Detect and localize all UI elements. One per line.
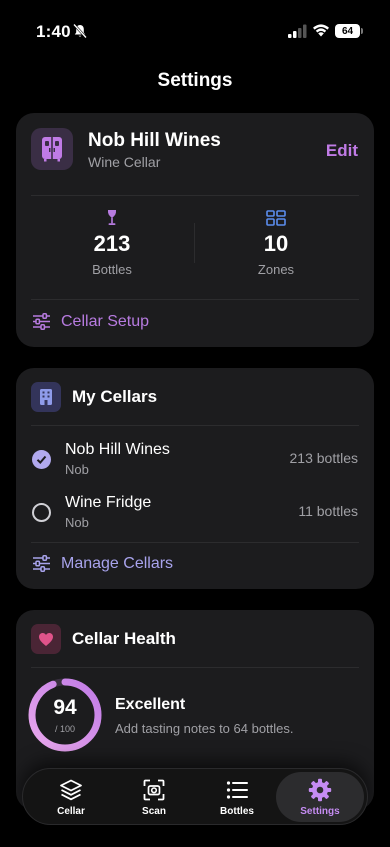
tab-label: Bottles [220,805,254,817]
zones-stat: 10 Zones [206,209,346,277]
manage-cellars-label: Manage Cellars [61,554,174,572]
zones-grid-icon [266,210,286,226]
battery-icon: 64 [335,24,363,38]
battery-level: 64 [335,24,360,38]
list-icon [226,780,248,799]
cellar-row-location: Nob [65,462,89,477]
bottles-label: Bottles [92,262,132,277]
my-cellars-header: My Cellars [31,382,157,412]
edit-button[interactable]: Edit [326,141,358,161]
cellar-row-name: Wine Fridge [65,494,152,511]
cellar-row-location: Nob [65,515,89,530]
unselected-radio-icon[interactable] [32,503,51,522]
sliders-icon [33,313,50,330]
wine-cabinet-icon [31,128,73,170]
cellar-row-wine-fridge[interactable]: Wine Fridge Nob 11 bottles [32,491,358,531]
health-status: Excellent [115,696,186,713]
scan-icon [143,779,165,800]
wine-glass-icon [107,210,117,225]
tab-label: Settings [300,805,340,817]
current-cellar-card: Nob Hill Wines Wine Cellar Edit 213 Bott… [16,113,374,347]
selected-check-icon[interactable] [32,450,51,469]
wifi-icon [313,24,329,37]
tab-settings[interactable]: Settings [276,772,364,822]
stat-divider [194,223,195,263]
divider [31,425,359,426]
cellar-row-count: 11 bottles [298,503,358,519]
bottles-count: 213 [93,231,131,256]
tab-scan[interactable]: Scan [113,772,195,822]
tab-cellar[interactable]: Cellar [30,772,112,822]
zones-label: Zones [257,262,295,277]
building-icon [31,382,61,412]
cellar-row-nob-hill-wines[interactable]: Nob Hill Wines Nob 213 bottles [32,438,358,478]
cellar-type: Wine Cellar [88,154,161,170]
tab-bar: Cellar Scan Bottles Settings [22,768,368,825]
bell-off-icon [73,23,87,39]
health-max: / 100 [54,724,76,734]
page-title: Settings [157,70,233,91]
divider [31,195,359,196]
my-cellars-title: My Cellars [72,387,158,406]
heart-icon [31,624,61,654]
cellar-row-name: Nob Hill Wines [65,441,170,458]
cellar-setup-label: Cellar Setup [61,312,150,330]
health-score: 94 [53,696,77,719]
health-description: Add tasting notes to 64 bottles. [115,721,294,736]
zones-count: 10 [263,231,289,256]
cellar-row-count: 213 bottles [289,450,359,466]
divider [31,542,359,543]
bottles-stat: 213 Bottles [42,209,182,277]
status-bar: 1:40 64 [0,0,390,58]
gear-icon [308,778,332,801]
divider [31,667,359,668]
cellar-health-title: Cellar Health [72,629,176,648]
cellar-health-header: Cellar Health [31,624,176,654]
layers-icon [60,779,82,800]
tab-bottles[interactable]: Bottles [196,772,278,822]
sliders-icon [33,555,50,572]
cellar-setup-button[interactable]: Cellar Setup [32,312,149,331]
manage-cellars-button[interactable]: Manage Cellars [32,554,173,573]
divider [31,299,359,300]
tab-label: Cellar [57,805,85,817]
status-time: 1:40 [36,22,71,41]
cellular-signal-icon [288,24,307,38]
my-cellars-card: My Cellars Nob Hill Wines Nob 213 bottle… [16,368,374,589]
cellar-name: Nob Hill Wines [88,130,221,151]
tab-label: Scan [142,805,166,817]
